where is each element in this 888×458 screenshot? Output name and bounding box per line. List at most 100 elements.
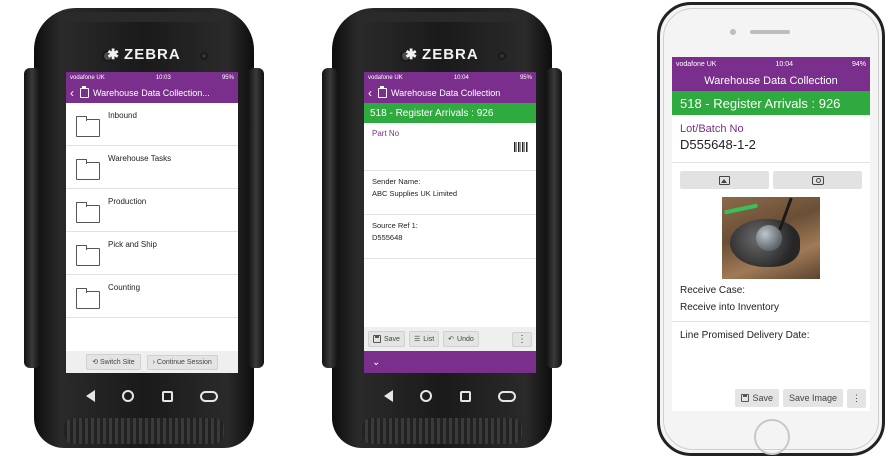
source-ref-value: D555648 [372, 233, 403, 242]
home-button[interactable] [754, 419, 790, 455]
device-screen: vodafone UK 10:04 95% ‹ Warehouse Data C… [364, 72, 536, 373]
undo-icon: ↶ [448, 336, 455, 343]
bumper-right [248, 68, 264, 368]
continue-session-button[interactable]: › Continue Session [146, 354, 218, 370]
lot-batch-field[interactable]: Lot/Batch No D555648-1-2 [672, 115, 870, 163]
sender-name-label: Sender Name: [372, 177, 421, 186]
folder-item-inbound[interactable]: Inbound [66, 103, 238, 146]
folder-label: Production [108, 197, 147, 206]
app-title-bar: ‹ Warehouse Data Collection [364, 83, 536, 103]
zebra-logo-icon: ✱ [405, 46, 419, 62]
folder-icon [76, 288, 100, 309]
save-icon [373, 335, 381, 343]
folder-label: Pick and Ship [108, 240, 157, 249]
zebra-brand: ✱ ZEBRA [322, 46, 562, 63]
zebra-device-1: ✱ ZEBRA vodafone UK 10:03 95% ‹ Warehouse… [24, 8, 264, 448]
save-button[interactable]: Save [735, 389, 779, 407]
carrier-text: vodafone UK [676, 60, 717, 68]
delivery-date-label: Line Promised Delivery Date: [680, 330, 810, 341]
camera-icon [811, 175, 824, 185]
image-icon [719, 175, 730, 185]
save-button[interactable]: Save [368, 331, 405, 347]
receive-case-field: Receive Case: Receive into Inventory [672, 285, 870, 322]
undo-label: Undo [457, 335, 474, 343]
part-no-label: Part No [372, 129, 400, 138]
folder-icon [76, 245, 100, 266]
nav-recent-icon[interactable] [161, 390, 173, 402]
save-image-button[interactable]: Save Image [782, 389, 843, 407]
folder-label: Warehouse Tasks [108, 154, 172, 163]
app-title-bar: Warehouse Data Collection [672, 71, 870, 91]
iphone-device: vodafone UK 10:04 94% Warehouse Data Col… [657, 2, 885, 456]
source-ref-field: Source Ref 1: D555648 [364, 215, 536, 259]
zebra-brand: ✱ ZEBRA [24, 46, 264, 63]
battery-text: 94% [851, 60, 866, 68]
device-grip [64, 418, 224, 444]
folder-item-warehouse-tasks[interactable]: Warehouse Tasks [66, 146, 238, 189]
action-toolbar: Save ☰ List ↶ Undo ⋮ [364, 327, 536, 351]
android-nav-bar [364, 374, 536, 418]
action-toolbar: Save Save Image ⋮ [672, 385, 870, 411]
back-chevron-icon[interactable]: ‹ [70, 86, 74, 100]
device-screen: vodafone UK 10:03 95% ‹ Warehouse Data C… [66, 72, 238, 373]
undo-button[interactable]: ↶ Undo [443, 331, 479, 347]
lot-batch-label: Lot/Batch No [680, 123, 744, 135]
folder-item-production[interactable]: Production [66, 189, 238, 232]
front-camera-icon [730, 29, 736, 35]
app-title-bar: ‹ Warehouse Data Collection... [66, 83, 238, 103]
switch-site-label: Switch Site [100, 359, 135, 366]
nav-home-icon[interactable] [420, 390, 433, 402]
folder-list: Inbound Warehouse Tasks Production Pick … [66, 103, 238, 318]
clipboard-icon [378, 86, 387, 98]
back-chevron-icon[interactable]: ‹ [368, 86, 372, 100]
nav-back-icon[interactable] [383, 390, 393, 402]
battery-text: 95% [221, 74, 234, 81]
device-grip [362, 418, 522, 444]
iphone-screen: vodafone UK 10:04 94% Warehouse Data Col… [672, 57, 870, 411]
refresh-icon: ⟲ [92, 359, 101, 366]
nav-scan-icon[interactable] [498, 390, 517, 402]
more-options-icon[interactable]: ⋮ [847, 388, 866, 408]
source-ref-label: Source Ref 1: [372, 221, 418, 230]
time-text: 10:04 [453, 74, 469, 81]
time-text: 10:03 [155, 74, 171, 81]
sender-name-value: ABC Supplies UK Limited [372, 189, 458, 198]
zebra-device-2: ✱ ZEBRA vodafone UK 10:04 95% ‹ Warehouse… [322, 8, 562, 448]
bumper-right [546, 68, 562, 368]
continue-session-label: Continue Session [156, 358, 212, 366]
nav-back-icon[interactable] [85, 390, 95, 402]
save-label: Save [384, 335, 400, 343]
folder-label: Inbound [108, 111, 137, 120]
android-nav-bar [66, 374, 238, 418]
list-icon: ☰ [413, 336, 421, 343]
folder-icon [76, 159, 100, 180]
device-top-bar [64, 12, 224, 22]
barcode-icon[interactable] [514, 142, 528, 152]
save-icon [741, 394, 750, 402]
folder-item-pick-and-ship[interactable]: Pick and Ship [66, 232, 238, 275]
status-bar: vodafone UK 10:03 95% [66, 72, 238, 83]
nav-recent-icon[interactable] [459, 390, 471, 402]
more-options-icon[interactable]: ⋮ [512, 331, 532, 347]
status-bar: vodafone UK 10:04 94% [672, 57, 870, 71]
media-section [672, 163, 870, 279]
camera-button[interactable] [773, 171, 862, 189]
task-title: 518 - Register Arrivals : 926 [370, 107, 494, 119]
chevron-down-icon[interactable]: ⌄ [372, 357, 380, 368]
captured-photo [722, 197, 820, 279]
switch-site-button[interactable]: ⟲ Switch Site [86, 354, 141, 370]
bumper-left [322, 68, 338, 368]
nav-scan-icon[interactable] [200, 390, 219, 402]
part-no-field[interactable]: Part No [364, 123, 536, 171]
bottom-action-bar: ⟲ Switch Site › Continue Session [66, 351, 238, 373]
folder-item-counting[interactable]: Counting [66, 275, 238, 318]
list-button[interactable]: ☰ List [408, 331, 440, 347]
media-buttons [680, 171, 862, 189]
carrier-text: vodafone UK [368, 74, 403, 81]
brand-text: ZEBRA [422, 46, 479, 63]
save-label: Save [752, 393, 773, 403]
folder-icon [76, 116, 100, 137]
nav-home-icon[interactable] [122, 390, 135, 402]
gallery-button[interactable] [680, 171, 769, 189]
collapse-footer[interactable]: ⌄ [364, 351, 536, 373]
